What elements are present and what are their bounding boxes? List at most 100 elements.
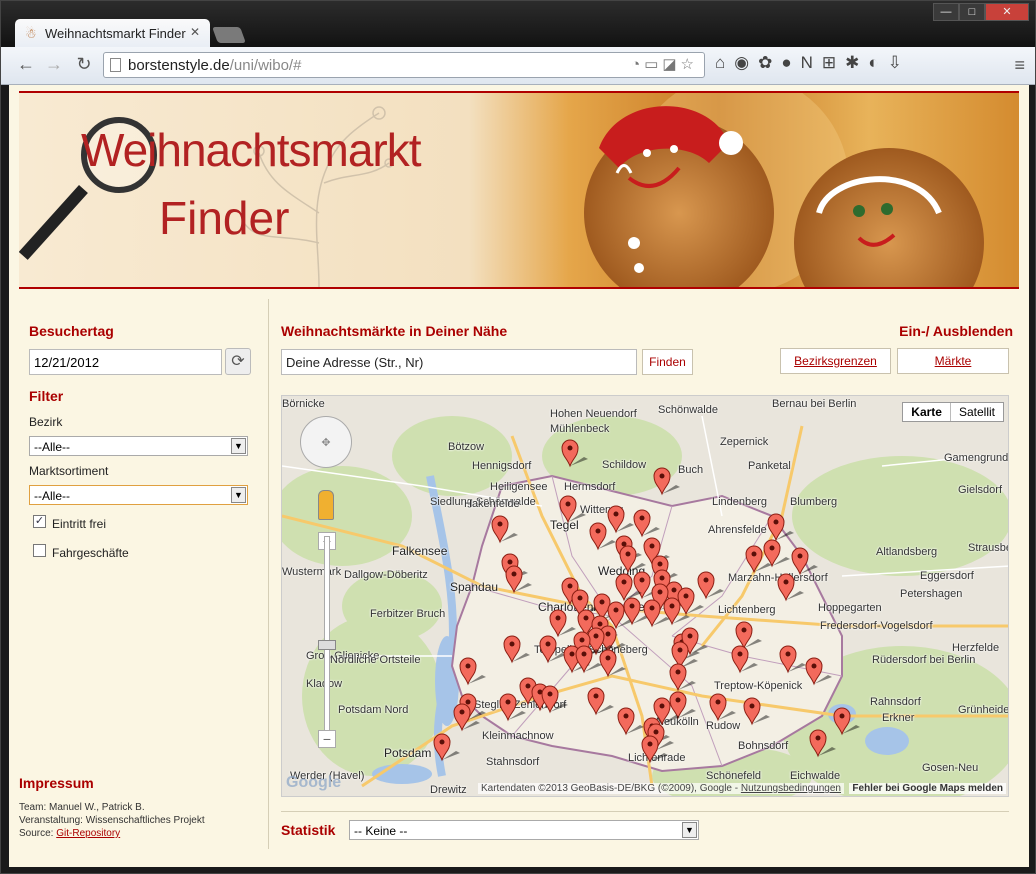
omnibox-icons[interactable]: ◔▭◪☆ <box>631 55 698 73</box>
google-logo: Google <box>286 774 342 791</box>
market-pin-icon[interactable] <box>653 467 680 496</box>
markets-button[interactable]: Märkte <box>897 348 1009 374</box>
market-pin-icon[interactable] <box>805 657 832 686</box>
git-repository-link[interactable]: Git-Repository <box>56 828 120 839</box>
terms-link[interactable]: Nutzungsbedingungen <box>741 783 841 794</box>
market-pin-icon[interactable] <box>607 505 634 534</box>
market-pin-icon[interactable] <box>559 495 586 524</box>
market-pin-icon[interactable] <box>491 515 518 544</box>
market-pin-icon[interactable] <box>833 707 860 736</box>
report-error-link[interactable]: Fehler bei Google Maps melden <box>849 783 1006 794</box>
attribution-text: Kartendaten ©2013 GeoBasis-DE/BKG (©2009… <box>481 783 741 794</box>
logo-title-line1: Weihnachtsmarkt <box>81 124 422 176</box>
close-window-button[interactable]: ✕ <box>985 3 1029 21</box>
refresh-icon: ⟳ <box>231 353 245 370</box>
market-pins-layer[interactable] <box>282 396 1009 797</box>
zoom-slider-track[interactable] <box>324 536 330 736</box>
zoom-slider-knob[interactable] <box>318 640 336 650</box>
market-pin-icon[interactable] <box>619 545 646 574</box>
market-pin-icon[interactable] <box>763 539 790 568</box>
market-pin-icon[interactable] <box>641 735 668 764</box>
source-label: Source: <box>19 828 57 839</box>
new-tab-button[interactable] <box>212 27 246 43</box>
impressum: Impressum Team: Manuel W., Patrick B. Ve… <box>19 775 205 840</box>
market-pin-icon[interactable] <box>505 565 532 594</box>
district-borders-button[interactable]: Bezirksgrenzen <box>780 348 891 374</box>
pan-control[interactable]: ✥ <box>300 416 352 468</box>
browser-toolbar: ← → ↻ borstenstyle.de/uni/wibo/# ◔▭◪☆ ⌂◉… <box>1 47 1035 85</box>
organizer-text: Veranstaltung: Wissenschaftliches Projek… <box>19 815 205 826</box>
free-entry-label: Eintritt frei <box>52 517 107 531</box>
column-divider <box>268 299 269 849</box>
dropdown-arrow-icon: ▼ <box>231 487 246 503</box>
market-pin-icon[interactable] <box>459 657 486 686</box>
statistics-select[interactable]: -- Keine -- ▼ <box>349 820 699 840</box>
page-icon <box>110 58 121 72</box>
refresh-date-button[interactable]: ⟳ <box>225 348 251 375</box>
market-pin-icon[interactable] <box>549 609 576 638</box>
market-pin-icon[interactable] <box>633 509 660 538</box>
market-pin-icon[interactable] <box>617 707 644 736</box>
menu-icon[interactable]: ≡ <box>1014 55 1025 76</box>
visit-day-heading: Besuchertag <box>29 323 114 339</box>
gingerbread-favicon-icon: ☃ <box>25 26 37 41</box>
market-pin-icon[interactable] <box>809 729 836 758</box>
district-select[interactable]: --Alle-- ▼ <box>29 436 248 456</box>
market-pin-icon[interactable] <box>677 587 704 616</box>
market-pin-icon[interactable] <box>779 645 806 674</box>
browser-window: ☃ Weihnachtsmarkt Finder ✕ — □ ✕ ← → ↻ b… <box>0 0 1036 874</box>
map-type-satellite-button[interactable]: Satellit <box>951 403 1003 421</box>
market-pin-icon[interactable] <box>709 693 736 722</box>
market-pin-icon[interactable] <box>541 685 568 714</box>
assortment-select-value: --Alle-- <box>34 489 70 503</box>
window-controls: — □ ✕ <box>933 3 1029 21</box>
zoom-out-button[interactable]: − <box>318 730 336 748</box>
market-pin-icon[interactable] <box>561 439 588 468</box>
market-pin-icon[interactable] <box>767 513 794 542</box>
market-pin-icon[interactable] <box>669 691 696 720</box>
market-pin-icon[interactable] <box>791 547 818 576</box>
free-entry-checkbox[interactable]: ✓ <box>33 515 46 528</box>
market-pin-icon[interactable] <box>743 697 770 726</box>
market-pin-icon[interactable] <box>777 573 804 602</box>
google-map[interactable]: Börnicke Bernau bei Berlin Schönwalde Hohen… <box>281 395 1009 797</box>
forward-arrow-icon[interactable]: → <box>43 53 65 75</box>
browser-tab[interactable]: ☃ Weihnachtsmarkt Finder ✕ <box>15 19 210 47</box>
market-pin-icon[interactable] <box>587 687 614 716</box>
rides-checkbox[interactable] <box>33 544 46 557</box>
close-tab-icon[interactable]: ✕ <box>190 25 200 39</box>
market-pin-icon[interactable] <box>599 649 626 678</box>
market-pin-icon[interactable] <box>499 693 526 722</box>
market-pin-icon[interactable] <box>697 571 724 600</box>
minimize-button[interactable]: — <box>933 3 959 21</box>
district-select-value: --Alle-- <box>34 440 70 454</box>
reload-icon[interactable]: ↻ <box>73 53 95 75</box>
market-pin-icon[interactable] <box>539 635 566 664</box>
map-type-map-button[interactable]: Karte <box>903 403 951 421</box>
market-pin-icon[interactable] <box>735 621 762 650</box>
pan-arrows-icon: ✥ <box>321 437 331 449</box>
team-text: Team: Manuel W., Patrick B. <box>19 802 145 813</box>
maximize-button[interactable]: □ <box>959 3 985 21</box>
market-pin-icon[interactable] <box>669 663 696 692</box>
find-button[interactable]: Finden <box>642 349 693 375</box>
market-pin-icon[interactable] <box>453 703 480 732</box>
address-bar[interactable]: borstenstyle.de/uni/wibo/# ◔▭◪☆ <box>103 52 705 78</box>
market-pin-icon[interactable] <box>433 733 460 762</box>
statistics-label: Statistik <box>281 822 336 838</box>
market-pin-icon[interactable] <box>731 645 758 674</box>
assortment-select[interactable]: --Alle-- ▼ <box>29 485 248 505</box>
address-input[interactable]: Deine Adresse (Str., Nr) <box>281 349 637 375</box>
dropdown-arrow-icon: ▼ <box>231 438 246 454</box>
title-bar: ☃ Weihnachtsmarkt Finder ✕ — □ ✕ <box>1 1 1035 47</box>
divider-line <box>281 811 1009 812</box>
date-input[interactable]: 12/21/2012 <box>29 349 222 375</box>
street-view-pegman-icon[interactable] <box>318 490 334 520</box>
market-pin-icon[interactable] <box>589 522 616 551</box>
map-type-control[interactable]: Karte Satellit <box>902 402 1004 422</box>
back-arrow-icon[interactable]: ← <box>15 53 37 75</box>
main-content: Weihnachtsmärkte in Deiner Nähe Ein-/ Au… <box>281 301 1013 851</box>
extension-icons[interactable]: ⌂◉✿●N⊞✱◐⇩ <box>715 53 911 73</box>
market-pin-icon[interactable] <box>503 635 530 664</box>
impressum-heading: Impressum <box>19 775 94 791</box>
